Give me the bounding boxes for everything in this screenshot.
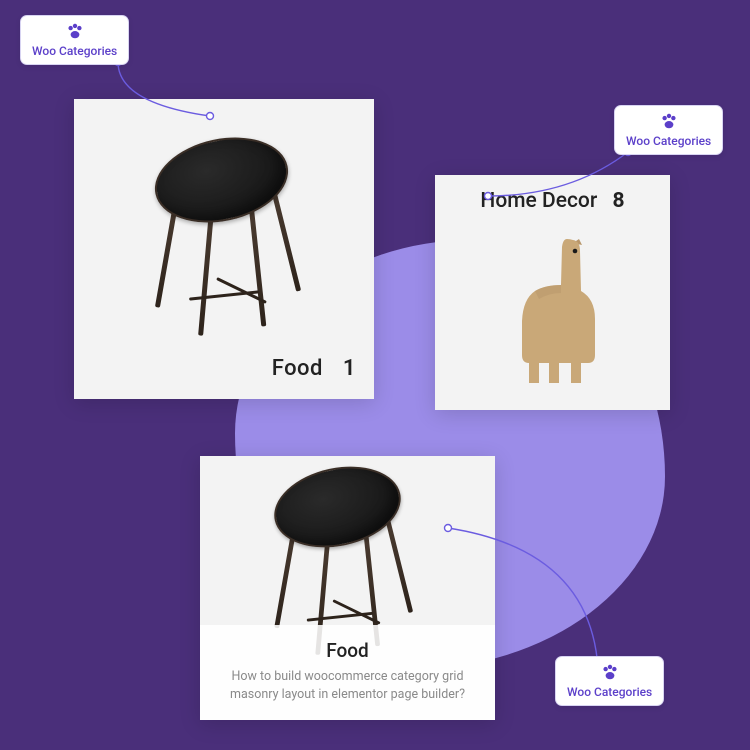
- tag-woo-categories[interactable]: Woo Categories: [20, 15, 129, 65]
- paw-icon: [567, 664, 652, 683]
- category-title: Food: [272, 356, 323, 381]
- card-label: Food 1: [272, 356, 356, 381]
- paw-icon: [626, 113, 711, 132]
- tag-woo-categories[interactable]: Woo Categories: [614, 105, 723, 155]
- card-label: Home Decor 8: [435, 189, 670, 213]
- llama-figurine-image: [505, 237, 615, 391]
- stool-image: [273, 468, 401, 546]
- paw-icon: [32, 23, 117, 42]
- category-description: How to build woocommerce category grid m…: [218, 668, 477, 704]
- category-title: Home Decor: [480, 189, 597, 213]
- category-title: Food: [218, 639, 477, 662]
- category-card-food[interactable]: Food 1: [74, 99, 374, 399]
- tag-label: Woo Categories: [567, 685, 652, 699]
- tag-label: Woo Categories: [626, 134, 711, 148]
- card-caption: Food How to build woocommerce category g…: [200, 625, 495, 720]
- category-card-food-detail[interactable]: Food How to build woocommerce category g…: [200, 456, 495, 720]
- stool-image: [154, 139, 289, 221]
- category-count: 8: [613, 189, 625, 213]
- category-count: 1: [343, 356, 356, 381]
- tag-woo-categories[interactable]: Woo Categories: [555, 656, 664, 706]
- tag-label: Woo Categories: [32, 44, 117, 58]
- category-card-home-decor[interactable]: Home Decor 8: [435, 175, 670, 410]
